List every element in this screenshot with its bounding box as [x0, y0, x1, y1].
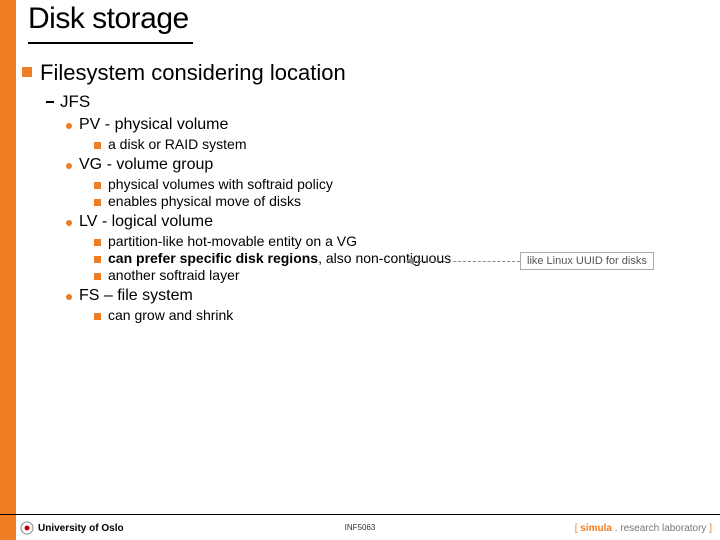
item-vg-label: VG - volume group: [79, 156, 213, 174]
heading-text: Filesystem considering location: [40, 60, 346, 86]
subheading-text: JFS: [60, 92, 90, 112]
sidebar-accent: [0, 0, 16, 540]
item-vg-sub2-text: enables physical move of disks: [108, 193, 301, 209]
item-vg-sub1-text: physical volumes with softraid policy: [108, 176, 333, 192]
item-fs-sub1: can grow and shrink: [94, 307, 710, 323]
content-area: Filesystem considering location JFS PV -…: [22, 60, 710, 324]
item-lv-label: LV - logical volume: [79, 213, 213, 231]
footer: University of Oslo INF5063 [ simula . re…: [0, 514, 720, 540]
item-lv-sub3-text: another softraid layer: [108, 267, 240, 283]
square-bullet-icon: [94, 182, 101, 189]
item-pv-sub1: a disk or RAID system: [94, 136, 710, 152]
item-vg: VG - volume group: [66, 156, 710, 174]
footer-left-text: University of Oslo: [38, 523, 124, 534]
item-lv-sub1: partition-like hot-movable entity on a V…: [94, 233, 710, 249]
dot-bullet-icon: [66, 220, 72, 226]
item-vg-sub1: physical volumes with softraid policy: [94, 176, 710, 192]
item-fs-label: FS – file system: [79, 287, 193, 305]
title-underline: [28, 42, 193, 44]
item-pv: PV - physical volume: [66, 116, 710, 134]
arrow-line: [414, 261, 520, 262]
square-bullet-icon: [94, 273, 101, 280]
footer-center-text: INF5063: [345, 523, 376, 532]
square-bullet-icon: [94, 142, 101, 149]
item-lv-sub2-bold: can prefer specific disk regions: [108, 250, 318, 266]
item-pv-label: PV - physical volume: [79, 116, 228, 134]
heading-row: Filesystem considering location: [22, 60, 710, 86]
footer-right-text: [ simula . research laboratory ]: [575, 523, 712, 534]
subheading-row: JFS: [46, 92, 710, 112]
square-bullet-icon: [94, 239, 101, 246]
item-pv-sub1-text: a disk or RAID system: [108, 136, 246, 152]
item-vg-sub2: enables physical move of disks: [94, 193, 710, 209]
arrow-head-icon: [406, 257, 414, 265]
dot-bullet-icon: [66, 163, 72, 169]
brand-rest: research laboratory: [620, 523, 706, 534]
callout-text: like Linux UUID for disks: [527, 255, 647, 267]
item-fs-sub1-text: can grow and shrink: [108, 307, 233, 323]
callout-box: like Linux UUID for disks: [520, 252, 654, 270]
item-lv-sub2-text: can prefer specific disk regions, also n…: [108, 250, 451, 266]
dot-bullet-icon: [66, 294, 72, 300]
item-lv: LV - logical volume: [66, 213, 710, 231]
square-bullet-icon: [94, 313, 101, 320]
item-lv-sub2-rest: , also non-contiguous: [318, 250, 451, 266]
item-fs: FS – file system: [66, 287, 710, 305]
brand-simula: simula: [580, 523, 612, 534]
item-lv-sub1-text: partition-like hot-movable entity on a V…: [108, 233, 357, 249]
uio-logo-icon: [20, 521, 34, 535]
dot-bullet-icon: [66, 123, 72, 129]
slide-title: Disk storage: [28, 2, 189, 36]
square-bullet-icon: [22, 67, 32, 77]
bracket-right: ]: [706, 523, 712, 534]
square-bullet-icon: [94, 199, 101, 206]
square-bullet-icon: [94, 256, 101, 263]
dash-bullet-icon: [46, 101, 54, 103]
